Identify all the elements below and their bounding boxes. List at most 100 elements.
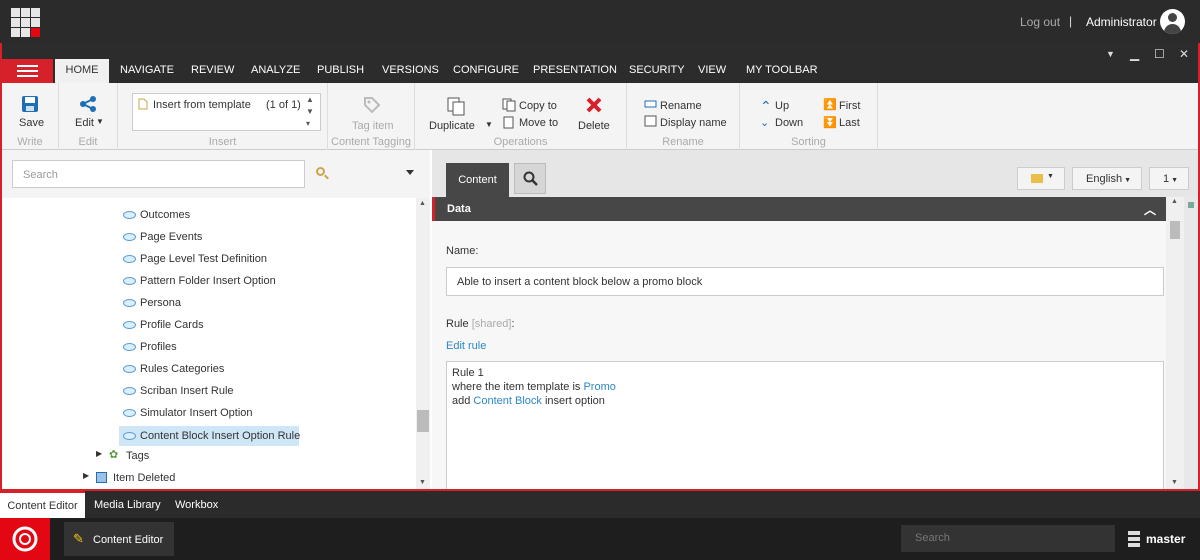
- rule-parameter-link[interactable]: Promo: [583, 381, 615, 393]
- minimize-icon[interactable]: ▁: [1130, 47, 1139, 61]
- scroll-down-icon[interactable]: ▼: [1171, 479, 1178, 486]
- tree-item-tags[interactable]: Tags: [126, 450, 149, 462]
- duplicate-dropdown-icon[interactable]: ▼: [485, 120, 493, 129]
- delete-icon[interactable]: [585, 96, 603, 114]
- logout-link[interactable]: Log out: [1020, 15, 1060, 29]
- tree-search-input[interactable]: Search: [12, 160, 305, 188]
- tab-home[interactable]: HOME: [55, 59, 109, 83]
- close-icon[interactable]: ✕: [1179, 47, 1189, 61]
- rule-text: where the item template is: [452, 381, 581, 393]
- taskbar-app-label: Content Editor: [93, 534, 164, 546]
- last-button[interactable]: Last: [839, 117, 860, 129]
- user-name[interactable]: Administrator: [1086, 15, 1157, 29]
- tree-item-item-deleted[interactable]: Item Deleted: [113, 472, 175, 484]
- taskbar-app-content-editor[interactable]: ✎ Content Editor: [64, 522, 174, 556]
- tree-item[interactable]: Pattern Folder Insert Option: [123, 275, 276, 295]
- display-name-icon: [644, 115, 657, 127]
- tab-media-library[interactable]: Media Library: [94, 499, 161, 511]
- app-launcher-icon[interactable]: [11, 8, 40, 37]
- navigation-dropdown[interactable]: ▼: [1017, 167, 1065, 190]
- tag-item-button[interactable]: Tag item: [352, 120, 394, 132]
- insert-option[interactable]: Insert from template: [153, 99, 251, 111]
- scrollbar-thumb[interactable]: [417, 410, 429, 432]
- tree-item[interactable]: Persona: [123, 297, 181, 317]
- tree-item[interactable]: Page Level Test Definition: [123, 253, 267, 273]
- language-dropdown[interactable]: English ▼: [1072, 167, 1142, 190]
- tree-item[interactable]: Outcomes: [123, 209, 190, 229]
- group-label: Sorting: [791, 136, 826, 148]
- tab-publish[interactable]: PUBLISH: [317, 64, 364, 76]
- tab-versions[interactable]: VERSIONS: [382, 64, 439, 76]
- tab-review[interactable]: REVIEW: [191, 64, 234, 76]
- scroll-up-icon[interactable]: ▲: [419, 200, 426, 207]
- editor-toolbar: Content ▼ English ▼ 1 ▼: [432, 150, 1198, 197]
- group-operations: Duplicate ▼ Copy to Move to Delete Opera…: [415, 83, 627, 150]
- tree-item-selected[interactable]: Content Block Insert Option Rule: [119, 426, 300, 446]
- tab-view[interactable]: VIEW: [698, 64, 726, 76]
- expand-arrow-icon[interactable]: ▶: [96, 449, 102, 458]
- database-selector[interactable]: master: [1146, 532, 1185, 546]
- save-button[interactable]: Save: [19, 117, 44, 129]
- tree-item[interactable]: Rules Categories: [123, 363, 224, 383]
- edit-button[interactable]: Edit: [75, 117, 94, 129]
- language-value: English: [1086, 173, 1123, 185]
- section-header-data[interactable]: Data ︿: [432, 197, 1166, 221]
- chevron-down-icon: ▼: [1124, 177, 1132, 184]
- rule-field[interactable]: Rule 1 where the item template is Promo …: [446, 361, 1164, 489]
- up-button[interactable]: Up: [775, 100, 789, 112]
- insert-count: (1 of 1): [266, 99, 301, 111]
- display-name-button[interactable]: Display name: [660, 117, 727, 129]
- version-value: 1: [1163, 173, 1170, 185]
- tree-item[interactable]: Scriban Insert Rule: [123, 385, 234, 405]
- delete-button[interactable]: Delete: [578, 120, 610, 132]
- sitecore-logo-button[interactable]: [0, 518, 50, 560]
- collapse-icon[interactable]: ︿: [1144, 201, 1156, 218]
- group-write: Save Write: [2, 83, 59, 150]
- gallery-scroll-icon[interactable]: ▲ ▼ ▾: [306, 94, 314, 130]
- search-icon[interactable]: [316, 167, 325, 176]
- tree-scrollbar[interactable]: ▲ ▼: [416, 198, 430, 489]
- tab-analyze[interactable]: ANALYZE: [251, 64, 300, 76]
- tree-item[interactable]: Simulator Insert Option: [123, 407, 253, 427]
- tree-item[interactable]: Profile Cards: [123, 319, 204, 339]
- version-dropdown[interactable]: 1 ▼: [1149, 167, 1189, 190]
- scroll-up-icon[interactable]: ▲: [1171, 198, 1178, 205]
- taskbar-search-input[interactable]: Search: [901, 525, 1115, 552]
- tab-presentation[interactable]: PRESENTATION: [533, 64, 617, 76]
- expand-arrow-icon[interactable]: ▶: [83, 471, 89, 480]
- group-edit: Edit ▼ Edit: [59, 83, 118, 150]
- save-icon[interactable]: [21, 95, 39, 113]
- hamburger-menu-icon[interactable]: [2, 59, 53, 83]
- tab-navigate[interactable]: NAVIGATE: [120, 64, 174, 76]
- scroll-down-icon[interactable]: ▼: [419, 479, 426, 486]
- name-field[interactable]: Able to insert a content block below a p…: [446, 267, 1164, 296]
- avatar[interactable]: [1160, 9, 1185, 34]
- tree-item[interactable]: Page Events: [123, 231, 202, 251]
- tab-workbox[interactable]: Workbox: [175, 499, 218, 511]
- scrollbar-thumb[interactable]: [1170, 221, 1180, 239]
- options-dropdown-icon[interactable]: ▼: [1106, 49, 1115, 59]
- editor-scrollbar[interactable]: ▲ ▼: [1166, 197, 1184, 489]
- first-button[interactable]: First: [839, 100, 860, 112]
- duplicate-icon[interactable]: [446, 96, 466, 116]
- rename-button[interactable]: Rename: [660, 100, 702, 112]
- tab-content[interactable]: Content: [446, 163, 509, 197]
- tab-content-editor[interactable]: Content Editor: [0, 491, 85, 518]
- move-to-button[interactable]: Move to: [519, 117, 558, 129]
- search-tab[interactable]: [514, 163, 546, 194]
- edit-rule-link[interactable]: Edit rule: [446, 340, 486, 352]
- tab-security[interactable]: SECURITY: [629, 64, 685, 76]
- search-options-dropdown-icon[interactable]: [406, 170, 414, 175]
- duplicate-button[interactable]: Duplicate: [429, 120, 475, 132]
- maximize-icon[interactable]: ☐: [1154, 47, 1165, 61]
- edit-dropdown-icon[interactable]: ▼: [96, 117, 104, 126]
- down-button[interactable]: Down: [775, 117, 803, 129]
- tab-my-toolbar[interactable]: MY TOOLBAR: [746, 64, 818, 76]
- rule-parameter-link[interactable]: Content Block: [473, 395, 541, 407]
- copy-to-button[interactable]: Copy to: [519, 100, 557, 112]
- tab-configure[interactable]: CONFIGURE: [453, 64, 519, 76]
- section-title: Data: [447, 203, 471, 215]
- tree-item[interactable]: Profiles: [123, 341, 177, 361]
- insert-gallery[interactable]: Insert from template (1 of 1) ▲ ▼ ▾: [132, 93, 321, 131]
- share-icon[interactable]: [79, 95, 97, 113]
